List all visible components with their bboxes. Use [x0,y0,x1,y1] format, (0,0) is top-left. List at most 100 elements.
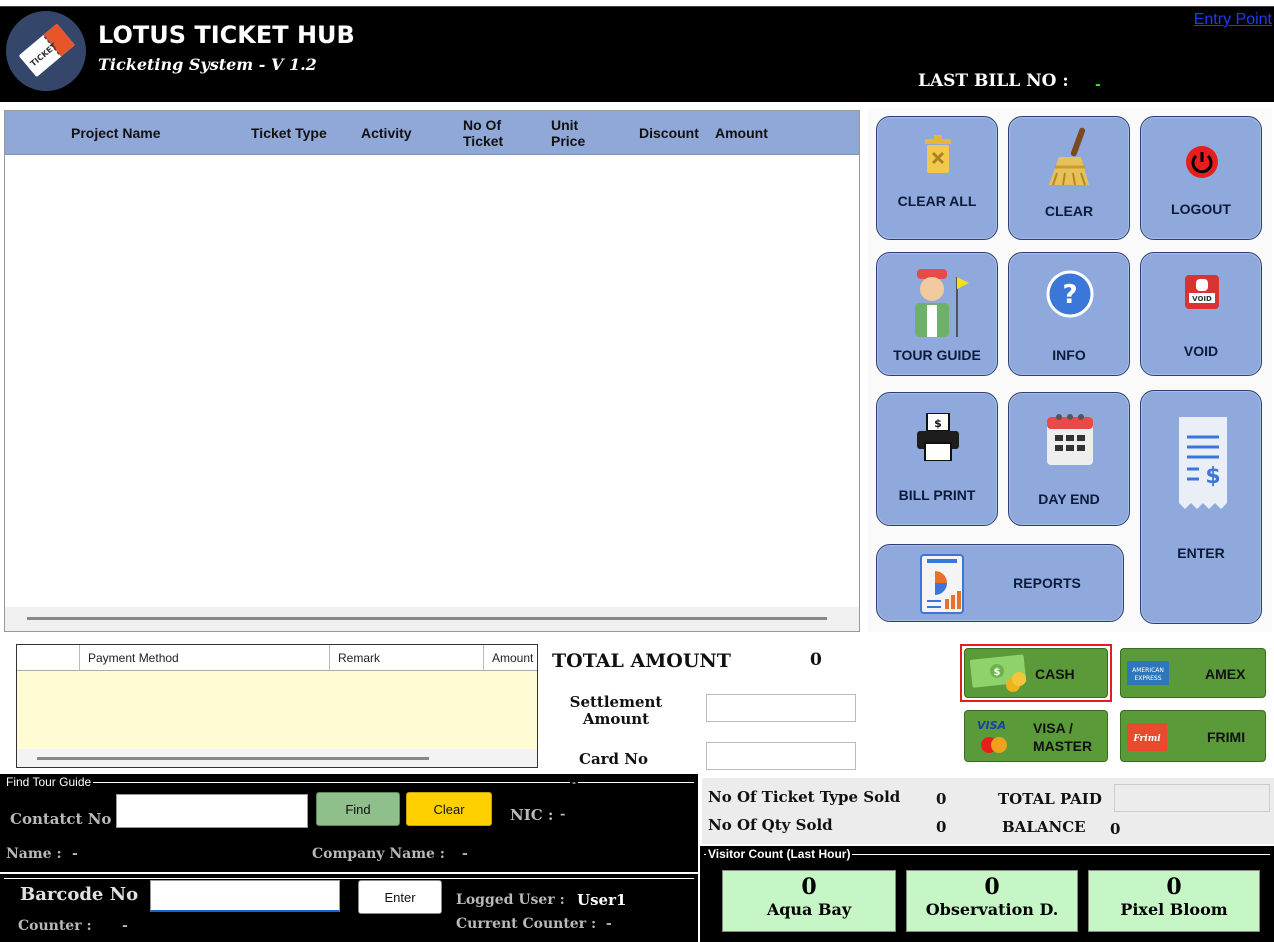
ticket-table-header: Project Name Ticket Type Activity No Of … [5,111,859,155]
clear-label: CLEAR [1044,203,1094,219]
visa-master-label: VISA / MASTER [1033,720,1093,754]
col-payment-method[interactable]: Payment Method [79,645,329,671]
card-no-input[interactable] [706,742,856,770]
find-button[interactable]: Find [316,792,400,826]
company-name-value: - [462,846,468,862]
sales-stats-panel: No Of Ticket Type Sold 0 No Of Qty Sold … [702,778,1274,844]
ticket-type-sold-value: 0 [936,790,947,808]
enter-button[interactable]: $ ENTER [1140,390,1262,624]
visitor-count-value: 0 [801,874,817,900]
svg-text:VISA: VISA [977,719,1006,732]
settlement-amount-input[interactable] [706,694,856,722]
balance-label: BALANCE [1002,818,1086,836]
total-paid-label: TOTAL PAID [998,790,1102,808]
counter-value: - [122,918,128,934]
clear-button[interactable]: CLEAR [1008,116,1130,240]
svg-text:Frimi: Frimi [1132,734,1161,744]
barcode-enter-button[interactable]: Enter [358,880,442,914]
question-icon: ? [1046,270,1094,318]
amex-button[interactable]: AMERICAN EXPRESS AMEX [1120,648,1266,698]
svg-text:$: $ [934,417,942,430]
svg-text:?: ? [1062,280,1077,310]
col-unit-price[interactable]: Unit Price [551,111,601,155]
printer-icon: $ [917,413,959,461]
settlement-amount-label: Settlement Amount [569,693,663,728]
power-icon [1186,146,1218,178]
logged-user-value: User1 [577,891,627,909]
void-label: VOID [1183,343,1219,359]
col-amount[interactable]: Amount [715,111,768,155]
visitor-area-name: Pixel Bloom [1120,900,1228,919]
entry-point-link[interactable]: Entry Point [1194,11,1272,29]
tour-guide-button[interactable]: TOUR GUIDE [876,252,998,376]
clear-all-button[interactable]: CLEAR ALL [876,116,998,240]
info-button[interactable]: ? INFO [1008,252,1130,376]
info-label: INFO [1052,347,1086,363]
find-tour-guide-panel: Find Tour Guide - Contatct No Find Clear… [0,774,698,872]
frimi-button[interactable]: Frimi FRIMI [1120,710,1266,762]
panel-border [4,782,694,783]
scrollbar-thumb[interactable] [37,757,429,760]
nic-value: - [560,807,566,822]
void-stamp-icon: VOID [1185,275,1219,309]
payment-table-scrollbar[interactable] [17,749,537,767]
visitor-pixel-bloom: 0 Pixel Bloom [1088,870,1260,932]
void-button[interactable]: VOID VOID [1140,252,1262,376]
barcode-panel: Barcode No Enter Logged User : User1 Cou… [0,874,698,942]
amex-label: AMEX [1205,666,1246,682]
contact-no-input[interactable] [116,794,308,828]
col-ticket-type[interactable]: Ticket Type [251,111,331,155]
bill-print-label: BILL PRINT [898,487,976,503]
enter-label: ENTER [1177,545,1225,561]
visitor-aqua-bay: 0 Aqua Bay [722,870,896,932]
col-remark[interactable]: Remark [329,645,483,671]
ticket-table[interactable]: Project Name Ticket Type Activity No Of … [4,110,860,632]
bill-print-button[interactable]: $ BILL PRINT [876,392,998,526]
day-end-label: DAY END [1038,491,1100,507]
counter-label: Counter : [18,918,92,934]
cash-button[interactable]: $ CASH [964,648,1108,698]
reports-label: REPORTS [1013,575,1081,591]
tour-guide-label: TOUR GUIDE [893,347,981,363]
recycle-bin-icon [925,135,951,173]
legend-dash: - [570,775,578,789]
col-amount[interactable]: Amount [483,645,537,671]
barcode-no-label: Barcode No [20,884,139,905]
day-end-button[interactable]: DAY END [1008,392,1130,526]
total-paid-field [1114,784,1270,812]
balance-value: 0 [1110,820,1121,838]
company-name-label: Company Name : [312,846,445,862]
svg-text:AMERICAN: AMERICAN [1132,667,1164,674]
scrollbar-thumb[interactable] [27,617,827,620]
barcode-input[interactable] [150,880,340,912]
receipt-icon: $ [1179,417,1227,509]
col-project-name[interactable]: Project Name [71,111,160,155]
qty-sold-value: 0 [936,818,947,836]
visa-master-button[interactable]: VISA VISA / MASTER [964,710,1108,762]
frimi-label: FRIMI [1207,729,1246,745]
visitor-observation-deck: 0 Observation D. [906,870,1078,932]
app-title: LOTUS TICKET HUB [98,21,355,49]
cash-money-icon: $ [969,654,1027,692]
nic-label: NIC : [510,806,554,824]
svg-text:$: $ [994,667,1001,678]
visitor-count-legend: Visitor Count (Last Hour) [706,847,853,861]
svg-text:$: $ [1205,464,1220,489]
logout-button[interactable]: LOGOUT [1140,116,1262,240]
payment-table[interactable]: Payment Method Remark Amount [16,644,538,768]
ticket-table-scrollbar[interactable] [5,607,859,631]
header-bar: TICKET LOTUS TICKET HUB Ticketing System… [0,6,1274,102]
col-discount[interactable]: Discount [639,111,699,155]
tour-guide-icon [915,269,969,337]
cash-label: CASH [1035,666,1075,682]
logout-label: LOGOUT [1171,201,1231,217]
clear-guide-button[interactable]: Clear [406,792,492,826]
app-subtitle: Ticketing System - V 1.2 [98,55,317,74]
visitor-area-name: Aqua Bay [766,900,852,919]
col-activity[interactable]: Activity [361,111,412,155]
last-bill-value: - [1095,77,1101,93]
total-amount-value: 0 [810,650,822,670]
col-no-of-ticket[interactable]: No Of Ticket [463,111,523,155]
total-amount-label: TOTAL AMOUNT [552,650,731,672]
reports-button[interactable]: REPORTS [876,544,1124,622]
